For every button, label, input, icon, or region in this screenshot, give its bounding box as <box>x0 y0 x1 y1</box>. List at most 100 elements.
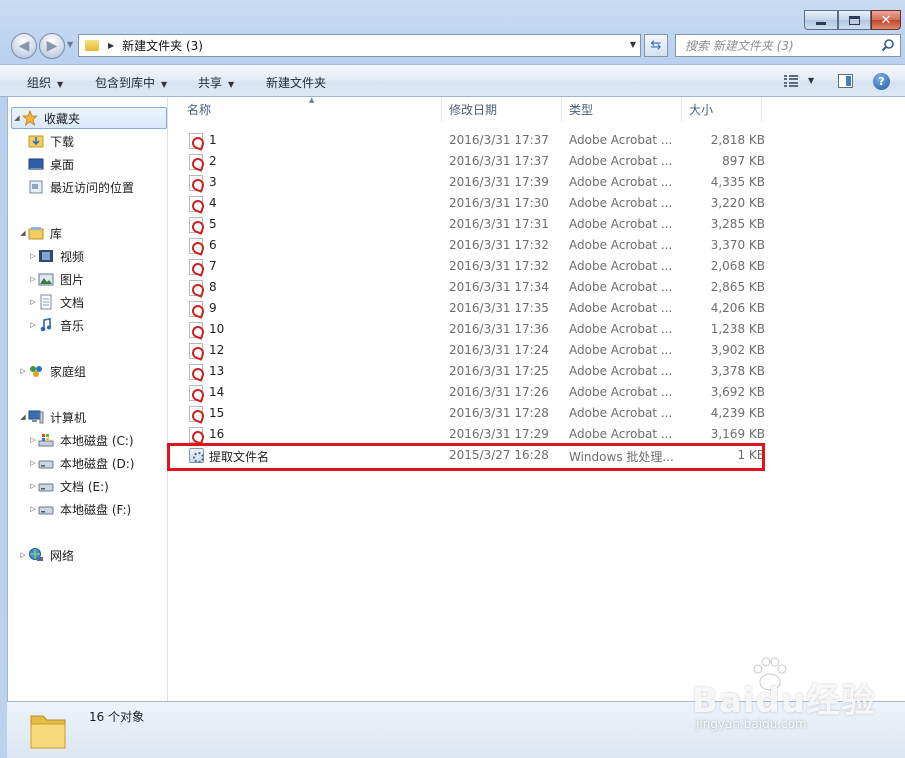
organize-menu[interactable]: 组织 ▼ <box>27 74 63 91</box>
pdf-icon <box>189 280 203 296</box>
file-row[interactable]: 10 2016/3/31 17:36 Adobe Acrobat ... 1,238 … <box>179 319 769 340</box>
file-row[interactable]: 16 2016/3/31 17:29 Adobe Acrobat ... 3,169 … <box>179 424 769 445</box>
close-button[interactable]: ✕ <box>871 10 901 30</box>
file-name: 14 <box>209 385 225 399</box>
nav-disk-c[interactable]: ▷ 本地磁盘 (C:) <box>28 429 134 451</box>
file-type: Adobe Acrobat ... <box>569 259 673 273</box>
collapsed-triangle-icon[interactable]: ▷ <box>28 321 38 329</box>
column-date-label: 修改日期 <box>449 103 498 117</box>
collapsed-triangle-icon[interactable]: ▷ <box>28 505 38 513</box>
file-row[interactable]: 3 2016/3/31 17:39 Adobe Acrobat ... 4,335 K… <box>179 172 769 193</box>
file-row[interactable]: 1 2016/3/31 17:37 Adobe Acrobat ... 2,818 K… <box>179 130 769 151</box>
nav-downloads[interactable]: 下载 <box>28 130 74 152</box>
breadcrumb-arrow-icon[interactable]: ▶ <box>108 41 114 50</box>
system-drive-icon <box>38 434 54 447</box>
change-view-icon[interactable] <box>784 75 798 87</box>
nav-recent-places[interactable]: 最近访问的位置 <box>28 176 134 198</box>
nav-disk-e[interactable]: ▷ 文档 (E:) <box>28 475 109 497</box>
collapsed-triangle-icon[interactable]: ▷ <box>18 367 28 375</box>
expand-triangle-icon[interactable]: ◢ <box>18 413 28 421</box>
file-size: 3,220 KB <box>710 196 765 210</box>
file-row[interactable]: 12 2016/3/31 17:24 Adobe Acrobat ... 3,902 … <box>179 340 769 361</box>
file-date: 2016/3/31 17:26 <box>449 385 549 399</box>
search-input[interactable]: 搜索 新建文件夹 (3) <box>675 34 901 57</box>
expand-triangle-icon[interactable]: ◢ <box>18 229 28 237</box>
file-size: 2,818 KB <box>710 133 765 147</box>
include-in-library-menu[interactable]: 包含到库中 ▼ <box>95 74 167 91</box>
column-header-date[interactable]: 修改日期 <box>442 97 562 122</box>
command-bar: 组织 ▼ 包含到库中 ▼ 共享 ▼ 新建文件夹 ▼ ? <box>0 64 905 97</box>
minimize-button[interactable] <box>804 10 838 30</box>
new-folder-button[interactable]: 新建文件夹 <box>266 74 326 91</box>
file-date: 2016/3/31 17:28 <box>449 406 549 420</box>
file-row[interactable]: 5 2016/3/31 17:31 Adobe Acrobat ... 3,285 K… <box>179 214 769 235</box>
file-date: 2016/3/31 17:30 <box>449 196 549 210</box>
preview-pane-icon[interactable] <box>838 74 853 88</box>
computer-icon <box>28 410 44 424</box>
file-type: Adobe Acrobat ... <box>569 196 673 210</box>
back-button[interactable]: ◀ <box>11 33 37 59</box>
chevron-down-icon: ▼ <box>57 80 64 89</box>
address-bar[interactable]: ▶ 新建文件夹 (3) ▼ <box>78 34 641 57</box>
file-list[interactable]: ▲ 名称 修改日期 类型 大小 1 2016/3/31 17:37 Adobe Ac… <box>169 96 905 701</box>
expand-triangle-icon[interactable]: ◢ <box>12 114 22 122</box>
column-header-size[interactable]: 大小 <box>682 97 762 122</box>
file-size: 4,206 KB <box>710 301 765 315</box>
nav-disk-d[interactable]: ▷ 本地磁盘 (D:) <box>28 452 134 474</box>
search-icon[interactable] <box>881 38 895 52</box>
address-dropdown-icon[interactable]: ▼ <box>630 40 636 49</box>
collapsed-triangle-icon[interactable]: ▷ <box>28 459 38 467</box>
nav-documents[interactable]: ▷ 文档 <box>28 291 84 313</box>
file-row[interactable]: 7 2016/3/31 17:32 Adobe Acrobat ... 2,068 K… <box>179 256 769 277</box>
file-name: 2 <box>209 154 217 168</box>
file-type: Adobe Acrobat ... <box>569 217 673 231</box>
forward-button[interactable]: ▶ <box>39 33 65 59</box>
file-row[interactable]: 15 2016/3/31 17:28 Adobe Acrobat ... 4,239 … <box>179 403 769 424</box>
nav-favorites[interactable]: ◢ 收藏夹 <box>11 107 167 129</box>
music-icon <box>40 318 51 332</box>
maximize-button[interactable] <box>838 10 871 30</box>
file-row[interactable]: 9 2016/3/31 17:35 Adobe Acrobat ... 4,206 K… <box>179 298 769 319</box>
file-type: Adobe Acrobat ... <box>569 175 673 189</box>
file-row[interactable]: 4 2016/3/31 17:30 Adobe Acrobat ... 3,220 K… <box>179 193 769 214</box>
collapsed-triangle-icon[interactable]: ▷ <box>28 436 38 444</box>
file-row[interactable]: 6 2016/3/31 17:32 Adobe Acrobat ... 3,370 K… <box>179 235 769 256</box>
nav-desktop[interactable]: 桌面 <box>28 153 74 175</box>
view-options-dropdown[interactable]: ▼ <box>808 76 814 85</box>
nav-videos[interactable]: ▷ 视频 <box>28 245 84 267</box>
breadcrumb-current-folder[interactable]: 新建文件夹 (3) <box>122 37 203 54</box>
collapsed-triangle-icon[interactable]: ▷ <box>28 482 38 490</box>
star-icon <box>22 110 38 126</box>
nav-pictures[interactable]: ▷ 图片 <box>28 268 84 290</box>
nav-disk-f[interactable]: ▷ 本地磁盘 (F:) <box>28 498 131 520</box>
share-menu[interactable]: 共享 ▼ <box>198 74 234 91</box>
file-name: 9 <box>209 301 217 315</box>
item-count: 16 个对象 <box>89 710 145 724</box>
nav-computer[interactable]: ◢ 计算机 <box>18 406 86 428</box>
file-row[interactable]: 14 2016/3/31 17:26 Adobe Acrobat ... 3,692 … <box>179 382 769 403</box>
recent-pages-dropdown[interactable]: ▼ <box>67 40 73 49</box>
pdf-icon <box>189 196 203 212</box>
pdf-icon <box>189 427 203 443</box>
file-size: 3,378 KB <box>710 364 765 378</box>
collapsed-triangle-icon[interactable]: ▷ <box>28 298 38 306</box>
nav-disk-c-label: 本地磁盘 (C:) <box>60 433 134 448</box>
collapsed-triangle-icon[interactable]: ▷ <box>28 275 38 283</box>
column-header-name[interactable]: 名称 <box>180 97 442 122</box>
nav-libraries[interactable]: ◢ 库 <box>18 222 62 244</box>
file-row[interactable]: 13 2016/3/31 17:25 Adobe Acrobat ... 3,378 … <box>179 361 769 382</box>
nav-homegroup[interactable]: ▷ 家庭组 <box>18 360 86 382</box>
nav-pictures-label: 图片 <box>60 272 85 287</box>
column-header-type[interactable]: 类型 <box>562 97 682 122</box>
navigation-pane[interactable]: ◢ 收藏夹 下载 桌面 最近访问的位置 ◢ 库 ▷ 视频 ▷ 图片 ▷ 文档 ▷… <box>8 97 168 701</box>
nav-disk-e-label: 文档 (E:) <box>60 479 109 494</box>
file-row[interactable]: 8 2016/3/31 17:34 Adobe Acrobat ... 2,865 K… <box>179 277 769 298</box>
collapsed-triangle-icon[interactable]: ▷ <box>28 252 38 260</box>
nav-music[interactable]: ▷ 音乐 <box>28 314 84 336</box>
file-row[interactable]: 2 2016/3/31 17:37 Adobe Acrobat ... 897 KB <box>179 151 769 172</box>
help-icon[interactable]: ? <box>873 73 890 90</box>
desktop-icon <box>28 158 44 170</box>
refresh-button[interactable]: ⇆ <box>644 34 668 57</box>
nav-network[interactable]: ▷ 网络 <box>18 544 74 566</box>
collapsed-triangle-icon[interactable]: ▷ <box>18 551 28 559</box>
